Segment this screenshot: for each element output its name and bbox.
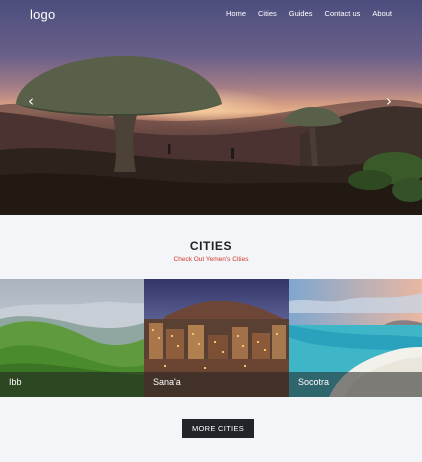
- city-caption: Socotra: [289, 372, 422, 397]
- more-cities-button[interactable]: MORE CITIES: [182, 419, 254, 438]
- nav-guides[interactable]: Guides: [289, 9, 313, 18]
- city-card-sanaa[interactable]: Sana'a: [144, 279, 289, 397]
- nav-cities[interactable]: Cities: [258, 9, 277, 18]
- site-logo[interactable]: logo: [30, 7, 55, 22]
- nav-about[interactable]: About: [372, 9, 392, 18]
- city-tiles: Ibb Sana'a Socotra: [0, 279, 422, 397]
- chevron-right-icon[interactable]: ›: [386, 94, 392, 109]
- city-name-ibb: Ibb: [9, 377, 22, 387]
- more-cities-area: MORE CITIES: [0, 397, 422, 462]
- city-card-ibb[interactable]: Ibb: [0, 279, 144, 397]
- city-caption: Sana'a: [144, 372, 289, 397]
- main-menu: Home Cities Guides Contact us About: [214, 9, 392, 18]
- nav-contact-us[interactable]: Contact us: [325, 9, 361, 18]
- hero-slider: logo Home Cities Guides Contact us About…: [0, 0, 422, 215]
- hero-image-dragon-blood-trees: [0, 55, 422, 215]
- city-card-socotra[interactable]: Socotra: [289, 279, 422, 397]
- top-navigation: logo Home Cities Guides Contact us About: [0, 0, 422, 30]
- city-name-socotra: Socotra: [298, 377, 330, 387]
- cities-title: CITIES: [189, 239, 233, 253]
- cities-subtitle: Check Out Yemen's Cities: [173, 256, 249, 263]
- city-name-sanaa: Sana'a: [153, 377, 181, 387]
- chevron-left-icon[interactable]: ‹: [28, 94, 34, 109]
- cities-section-header: CITIES Check Out Yemen's Cities: [0, 215, 422, 279]
- city-caption: Ibb: [0, 372, 144, 397]
- nav-home[interactable]: Home: [226, 9, 246, 18]
